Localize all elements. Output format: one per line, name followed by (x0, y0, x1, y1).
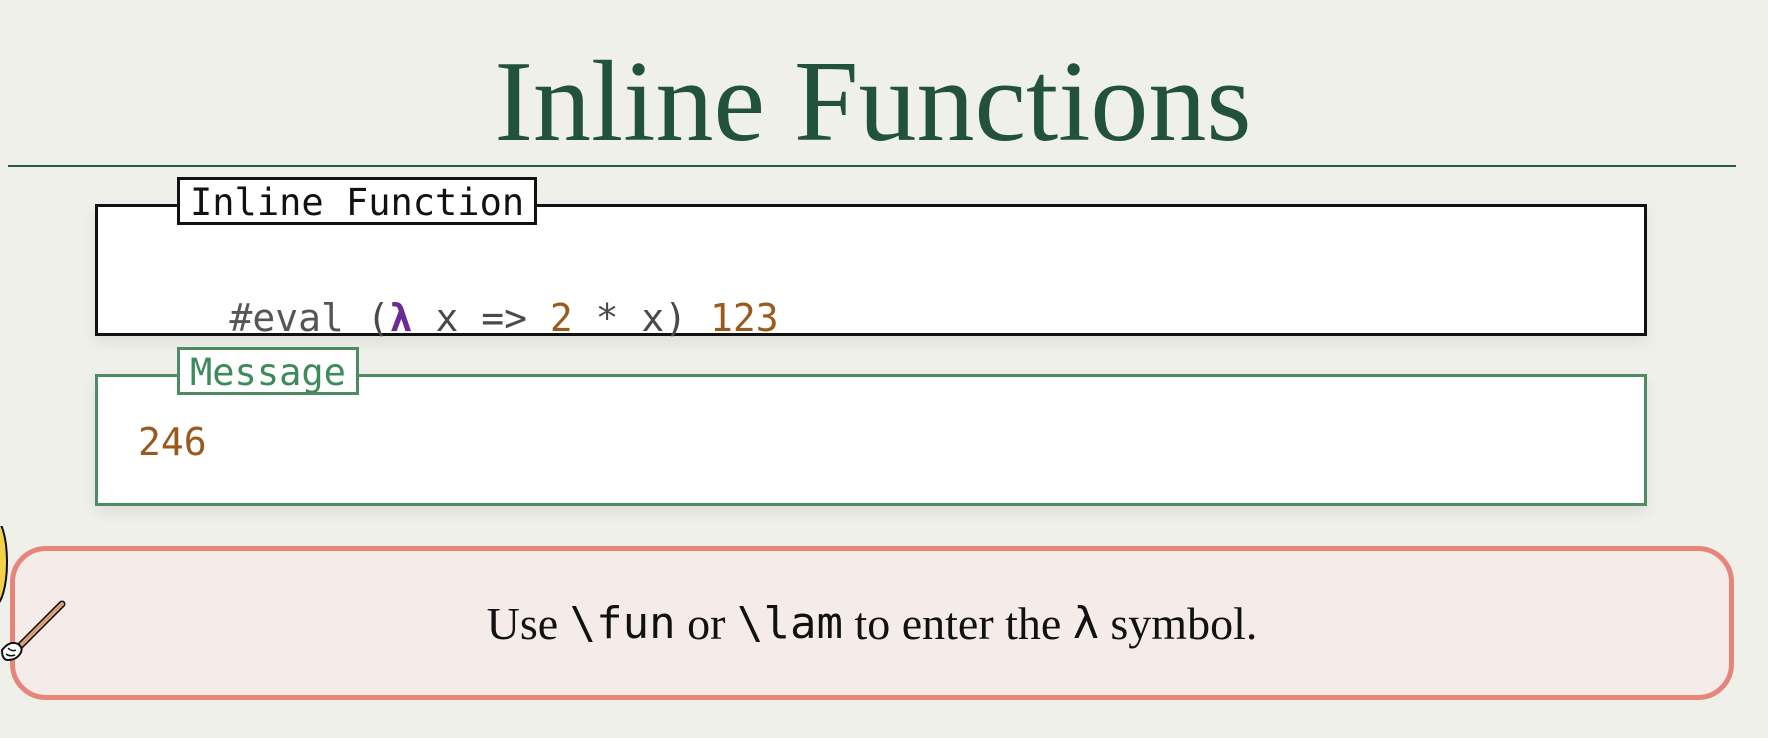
tip-text-part3: to enter the (842, 597, 1073, 649)
code-token-paren: ( (343, 296, 390, 340)
code-panel-label: Inline Function (177, 177, 538, 225)
code-token-lambda: λ (389, 296, 413, 340)
tip-text: Use \fun or \lam to enter the λ symbol. (15, 551, 1729, 695)
message-panel-label: Message (177, 347, 359, 395)
tip-box: Use \fun or \lam to enter the λ symbol. (10, 546, 1734, 700)
tip-lambda-symbol: λ (1072, 597, 1099, 649)
code-token-argument: 123 (710, 296, 779, 340)
code-token-eval: #eval (229, 296, 344, 340)
tip-text-part2: or (675, 597, 737, 649)
page-title: Inline Functions (494, 38, 1252, 166)
pointer-mascot-icon (0, 526, 66, 662)
tip-text-part1: Use (486, 597, 570, 649)
code-token-binder: x => (412, 296, 550, 340)
message-panel: Message 246 (95, 347, 1647, 506)
code-token-number: 2 (549, 296, 573, 340)
code-panel: Inline Function #eval (λ x => 2 * x) 123 (95, 177, 1647, 340)
tip-command-lam: \lam (736, 597, 843, 649)
tip-command-fun: \fun (569, 597, 676, 649)
title-divider (8, 165, 1736, 167)
code-token-body: * x) (572, 296, 711, 340)
message-value: 246 (138, 420, 207, 464)
tip-text-part4: symbol. (1098, 597, 1258, 649)
